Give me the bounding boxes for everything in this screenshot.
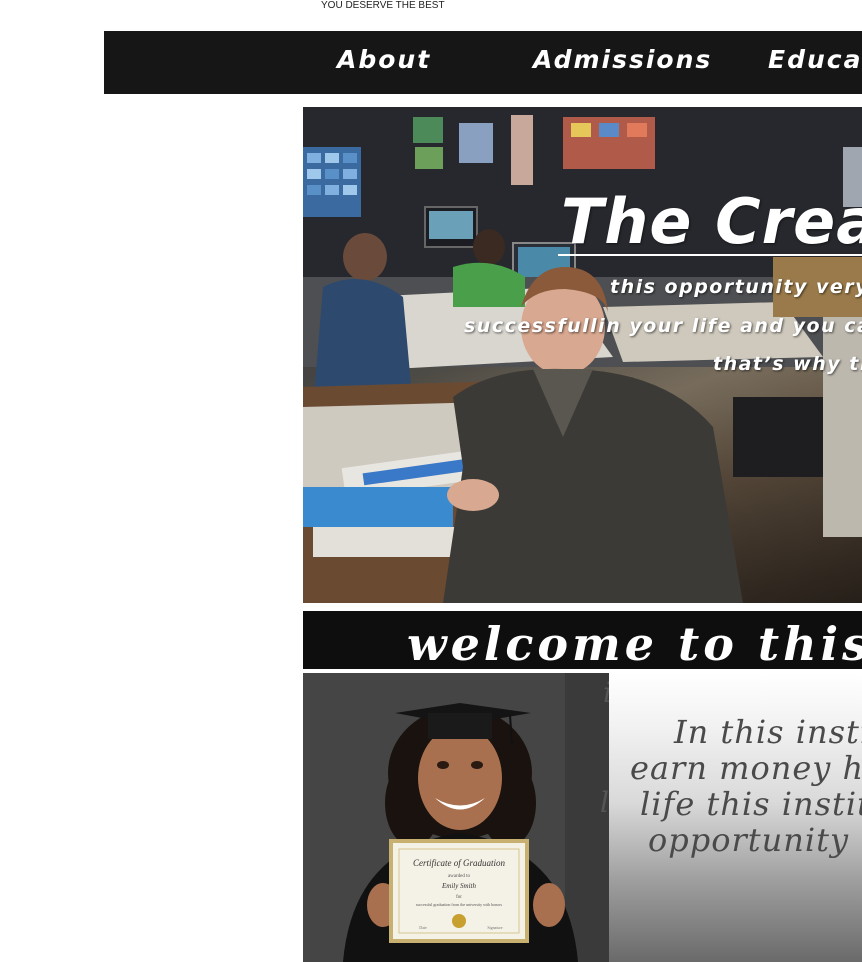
hero-line-3: that’s why th bbox=[713, 353, 862, 375]
certificate-title: Certificate of Graduation bbox=[413, 858, 505, 868]
hero-line-2: successfullin your life and you ca bbox=[464, 315, 862, 337]
graduate-illustration: Certificate of Graduation awarded to Emi… bbox=[303, 673, 609, 962]
hero-line-1: this opportunity very bbox=[610, 276, 862, 298]
info-line-3: life this institu bbox=[640, 785, 862, 823]
certificate-for: for bbox=[456, 895, 462, 900]
certificate-awarded: awarded to bbox=[448, 874, 471, 879]
stray-glyph-l: l bbox=[600, 786, 609, 819]
nav-item-education[interactable]: Educat bbox=[768, 45, 862, 74]
hero-title-underline bbox=[558, 254, 862, 256]
certificate-signature-label: Signature bbox=[487, 925, 503, 930]
hero-banner: The Creat this opportunity very successf… bbox=[303, 107, 862, 603]
nav-item-admissions[interactable]: Admissions bbox=[533, 45, 712, 74]
certificate-name: Emily Smith bbox=[441, 882, 477, 890]
info-line-4: opportunity . bbox=[648, 821, 862, 859]
welcome-banner: welcome to this in bbox=[303, 611, 862, 669]
main-navbar: About Admissions Educat bbox=[104, 31, 862, 94]
graduate-photo: Certificate of Graduation awarded to Emi… bbox=[303, 673, 609, 962]
certificate-date-label: Date bbox=[419, 925, 427, 930]
info-panel: In this instit earn money ho life this i… bbox=[609, 673, 862, 962]
welcome-text: welcome to this in bbox=[407, 617, 862, 669]
site-tagline: YOU DESERVE THE BEST bbox=[321, 0, 445, 11]
certificate-seal-icon bbox=[452, 914, 466, 928]
certificate-reason: successful graduation from the universit… bbox=[416, 902, 503, 907]
info-line-2: earn money ho bbox=[630, 749, 862, 787]
nav-item-about[interactable]: About bbox=[337, 45, 431, 74]
info-line-1: In this instit bbox=[674, 713, 862, 751]
hero-title: The Creat bbox=[561, 185, 862, 258]
